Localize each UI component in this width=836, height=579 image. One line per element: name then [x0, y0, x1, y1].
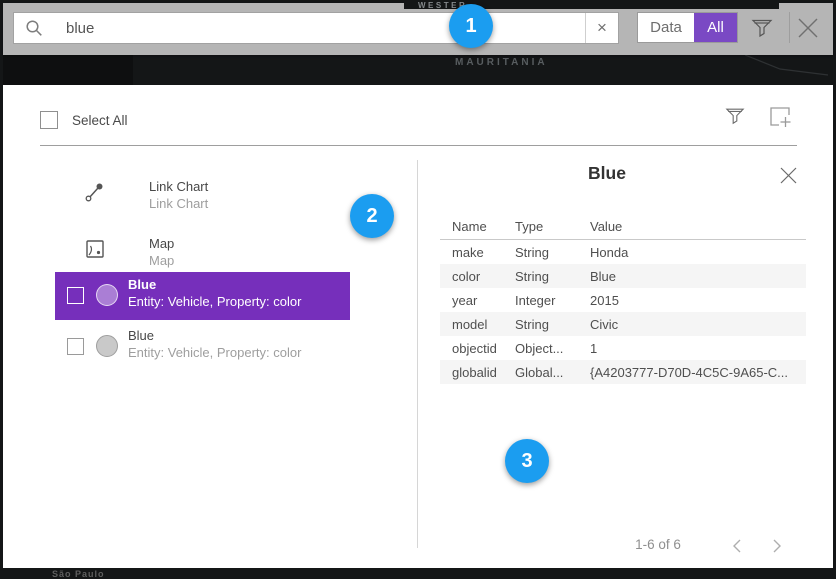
list-item-subtitle: Entity: Vehicle, Property: color	[128, 294, 301, 309]
list-item-title: Link Chart	[149, 179, 208, 195]
cell-name: model	[440, 317, 515, 332]
scope-toggle: Data All	[637, 12, 738, 43]
results-panel: Select All Link Chart Link Chart Map Map	[3, 85, 833, 568]
list-item-subtitle: Map	[149, 253, 174, 269]
cell-name: year	[440, 293, 515, 308]
cell-value: Civic	[590, 317, 806, 332]
table-header-row: Name Type Value	[440, 213, 806, 240]
scope-option-data[interactable]: Data	[638, 13, 694, 42]
column-header-value: Value	[590, 219, 806, 234]
item-checkbox[interactable]	[67, 287, 84, 304]
cell-type: Object...	[515, 341, 590, 356]
cell-value: 2015	[590, 293, 806, 308]
cell-name: globalid	[440, 365, 515, 380]
clear-search-icon[interactable]: ×	[585, 13, 618, 43]
toolbar-divider	[789, 12, 790, 43]
select-all-label: Select All	[72, 113, 128, 128]
select-all-checkbox[interactable]	[40, 111, 58, 129]
detail-close-icon[interactable]	[776, 163, 800, 187]
map-border-line	[740, 55, 830, 85]
scope-option-all[interactable]: All	[694, 13, 737, 42]
table-row: objectid Object... 1	[440, 336, 806, 360]
list-item-subtitle: Entity: Vehicle, Property: color	[128, 345, 301, 360]
cell-type: Global...	[515, 365, 590, 380]
detail-title: Blue	[417, 163, 797, 184]
entity-circle-icon	[96, 335, 118, 357]
search-input[interactable]	[54, 13, 585, 43]
list-item-title: Blue	[128, 328, 154, 343]
link-chart-icon	[84, 181, 106, 203]
cell-name: objectid	[440, 341, 515, 356]
app-window: MAURITANIA São Paulo × Data All WESTER 1…	[0, 0, 836, 579]
column-header-type: Type	[515, 219, 590, 234]
entity-circle-icon	[96, 284, 118, 306]
callout-2: 2	[350, 194, 394, 238]
chevron-right-icon[interactable]	[765, 534, 789, 558]
table-row: color String Blue	[440, 264, 806, 288]
table-row: make String Honda	[440, 240, 806, 264]
table-row: globalid Global... {A4203777-D70D-4C5C-9…	[440, 360, 806, 384]
map-label-mauritania: MAURITANIA	[455, 57, 548, 68]
map-label-sao-paulo: São Paulo	[52, 569, 105, 579]
column-header-name: Name	[440, 219, 515, 234]
table-row: year Integer 2015	[440, 288, 806, 312]
cell-value: Honda	[590, 245, 806, 260]
chevron-left-icon[interactable]	[725, 534, 749, 558]
list-item-blue-selected[interactable]: Blue Entity: Vehicle, Property: color	[55, 272, 350, 320]
header-divider	[40, 145, 797, 146]
pane-divider	[417, 160, 418, 548]
search-icon	[14, 13, 54, 43]
item-checkbox[interactable]	[67, 338, 84, 355]
cell-type: String	[515, 245, 590, 260]
cell-name: color	[440, 269, 515, 284]
cell-value: Blue	[590, 269, 806, 284]
cell-type: String	[515, 317, 590, 332]
cell-value: 1	[590, 341, 806, 356]
cell-name: make	[440, 245, 515, 260]
results-filter-icon[interactable]	[725, 106, 745, 126]
cell-type: Integer	[515, 293, 590, 308]
search-field: ×	[13, 12, 619, 44]
callout-3: 3	[505, 439, 549, 483]
list-item-title: Map	[149, 236, 174, 252]
add-selection-icon[interactable]	[767, 104, 793, 130]
pagination-label: 1-6 of 6	[613, 537, 703, 552]
cell-type: String	[515, 269, 590, 284]
list-item-title: Blue	[128, 277, 156, 292]
list-item-blue[interactable]: Blue Entity: Vehicle, Property: color	[55, 326, 350, 370]
cell-value: {A4203777-D70D-4C5C-9A65-C...	[590, 365, 806, 380]
list-item-subtitle: Link Chart	[149, 196, 208, 212]
list-item-map[interactable]: Map Map	[40, 235, 416, 271]
callout-1: 1	[449, 4, 493, 48]
map-icon	[84, 238, 106, 260]
search-toolbar: × Data All	[3, 3, 833, 55]
map-landmass	[3, 55, 133, 85]
attribute-table: Name Type Value make String Honda color …	[440, 213, 806, 384]
table-row: model String Civic	[440, 312, 806, 336]
close-search-icon[interactable]	[794, 14, 822, 42]
filter-icon[interactable]	[748, 14, 776, 42]
